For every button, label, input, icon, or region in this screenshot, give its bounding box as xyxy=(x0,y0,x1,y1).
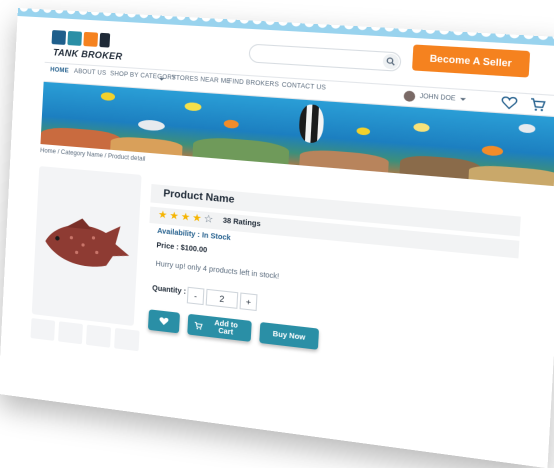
fish-shape xyxy=(356,127,371,136)
add-to-cart-label: Add to Cart xyxy=(214,319,239,337)
ratings-count[interactable]: 38 Ratings xyxy=(223,217,261,228)
product-thumbnail[interactable] xyxy=(30,318,56,341)
product-name: Product Name xyxy=(163,188,235,206)
breadcrumb-current: Product detail xyxy=(107,153,146,163)
browser-page: TANK BROKER Become A Seller HOME ABOUT U… xyxy=(0,8,554,468)
nav-item-about-us[interactable]: ABOUT US xyxy=(74,69,107,77)
search-bar xyxy=(248,43,402,72)
search-button[interactable] xyxy=(382,53,400,70)
chevron-down-icon xyxy=(158,77,165,81)
coral-shape xyxy=(192,135,290,165)
quantity-decrease-button[interactable]: - xyxy=(186,286,205,306)
coral-shape xyxy=(299,148,390,173)
fish-shape xyxy=(100,91,116,102)
nav-item-shop-by-category[interactable]: SHOP BY CATEGORY xyxy=(110,71,176,82)
fish-shape xyxy=(518,123,536,134)
quantity-label: Quantity : xyxy=(151,284,187,296)
product-thumbnail[interactable] xyxy=(114,327,140,352)
star-empty-icon: ☆ xyxy=(203,213,214,226)
product-thumbnail[interactable] xyxy=(58,321,83,345)
user-menu[interactable]: JOHN DOE xyxy=(403,88,467,107)
logo-text: TANK BROKER xyxy=(52,47,123,62)
add-to-cart-button[interactable]: Add to Cart xyxy=(187,313,252,342)
logo-fish-tile xyxy=(67,30,83,46)
logo-fish-tile xyxy=(83,31,99,47)
breadcrumb-home[interactable]: Home xyxy=(40,148,56,155)
breadcrumb-category[interactable]: Category Name xyxy=(61,150,103,160)
nav-item-contact-us[interactable]: CONTACT US xyxy=(282,82,327,91)
nav-item-home[interactable]: HOME xyxy=(50,67,69,74)
user-name: JOHN DOE xyxy=(419,93,456,103)
buy-now-button[interactable]: Buy Now xyxy=(259,321,320,350)
cart-button[interactable] xyxy=(529,97,547,114)
cart-icon xyxy=(529,97,547,112)
price: Price : $100.00 xyxy=(156,242,207,254)
quantity-increase-button[interactable]: + xyxy=(239,292,258,312)
availability-value: In Stock xyxy=(201,232,231,243)
wishlist-button[interactable] xyxy=(501,95,518,112)
availability-label: Availability : xyxy=(157,227,201,240)
wishlist-heart-button[interactable] xyxy=(147,309,180,334)
logo-fish-tile xyxy=(51,30,67,45)
nav-item-stores-near-me[interactable]: STORES NEAR ME xyxy=(171,75,230,85)
price-value: $100.00 xyxy=(180,244,208,255)
star-rating: ★ ★ ★ ★ ☆ xyxy=(158,209,214,227)
become-seller-button[interactable]: Become A Seller xyxy=(412,44,531,78)
quantity-input[interactable] xyxy=(205,288,239,309)
star-filled-icon: ★ xyxy=(169,210,180,223)
coral-shape xyxy=(40,125,122,151)
fish-shape xyxy=(184,101,202,112)
star-filled-icon: ★ xyxy=(191,212,202,225)
star-filled-icon: ★ xyxy=(180,211,191,224)
availability: Availability : In Stock xyxy=(157,228,231,242)
fish-shape xyxy=(223,119,239,129)
logo[interactable]: TANK BROKER xyxy=(51,30,123,64)
cart-icon xyxy=(194,320,203,330)
star-filled-icon: ★ xyxy=(157,209,168,222)
heart-icon xyxy=(501,95,518,112)
coral-shape xyxy=(468,163,554,187)
avatar xyxy=(403,90,416,103)
stock-note: Hurry up! only 4 products left in stock! xyxy=(155,260,280,281)
product-main-image xyxy=(31,166,142,327)
nav-item-find-brokers[interactable]: FIND BROKERS xyxy=(228,79,279,89)
fish-shape xyxy=(481,145,504,157)
heart-icon xyxy=(159,317,169,326)
search-input[interactable] xyxy=(258,47,374,70)
logo-fish-tile xyxy=(99,32,111,48)
coral-shape xyxy=(110,135,183,156)
chevron-down-icon xyxy=(460,97,467,101)
fish-shape xyxy=(137,119,166,132)
angelfish-shape xyxy=(298,103,325,144)
product-thumbnail[interactable] xyxy=(85,324,112,348)
search-icon xyxy=(386,57,396,66)
grouper-fish-image xyxy=(44,216,131,271)
price-label: Price : xyxy=(156,242,179,252)
fish-shape xyxy=(413,122,430,133)
